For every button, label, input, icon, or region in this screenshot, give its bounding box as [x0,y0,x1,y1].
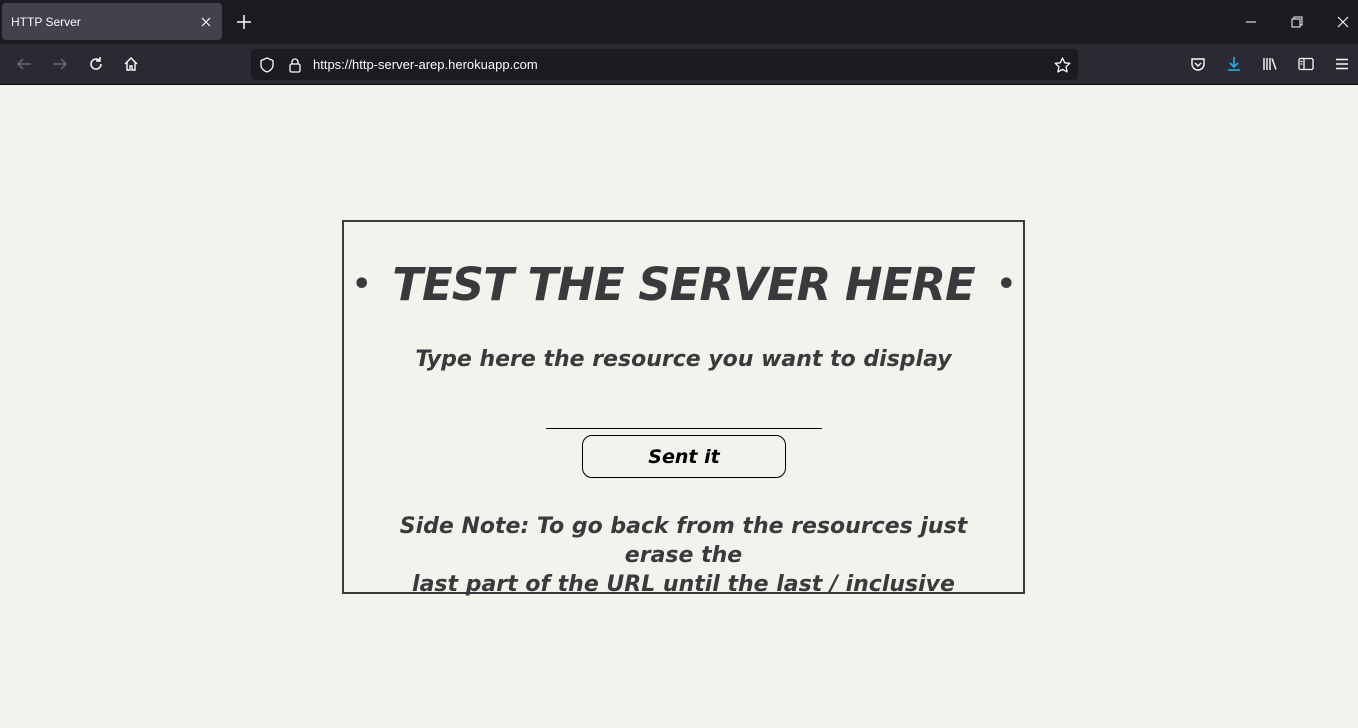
back-arrow-icon[interactable] [10,50,38,78]
resource-input[interactable] [546,408,822,429]
sidebar-icon[interactable] [1292,50,1320,78]
url-text[interactable]: https://http-server-arep.herokuapp.com [313,57,538,72]
menu-icon[interactable] [1328,50,1356,78]
heading-bullet-right: • [996,267,1016,302]
nav-bar: https://http-server-arep.herokuapp.com [0,44,1358,85]
library-icon[interactable] [1256,50,1284,78]
close-window-icon[interactable] [1329,8,1357,36]
side-note: Side Note: To go back from the resources… [364,512,1003,599]
lock-icon[interactable] [284,54,306,76]
restore-icon[interactable] [1283,8,1311,36]
tab-title: HTTP Server [11,14,81,29]
download-icon[interactable] [1220,50,1248,78]
tab-bar: HTTP Server [0,0,1358,44]
url-bar[interactable]: https://http-server-arep.herokuapp.com [251,49,1078,80]
close-tab-icon[interactable] [194,10,218,34]
tab-http-server[interactable]: HTTP Server [2,3,222,40]
test-server-card: • TEST THE SERVER HERE • Type here the r… [342,220,1025,597]
bookmark-star-icon[interactable] [1051,54,1073,76]
forward-arrow-icon[interactable] [46,50,74,78]
shield-icon[interactable] [256,54,278,76]
side-note-line-2: last part of the URL until the last / in… [412,572,955,597]
home-icon[interactable] [117,50,145,78]
new-tab-icon[interactable] [232,10,256,34]
heading-text: TEST THE SERVER HERE [392,258,975,311]
subtitle: Type here the resource you want to displ… [415,347,952,372]
reload-icon[interactable] [82,50,110,78]
send-button[interactable]: Sent it [582,435,786,478]
side-note-line-1: Side Note: To go back from the resources… [399,514,968,568]
page-heading: • TEST THE SERVER HERE • [344,258,1023,311]
minimize-icon[interactable] [1237,8,1265,36]
pocket-icon[interactable] [1184,50,1212,78]
heading-bullet-left: • [352,267,371,302]
